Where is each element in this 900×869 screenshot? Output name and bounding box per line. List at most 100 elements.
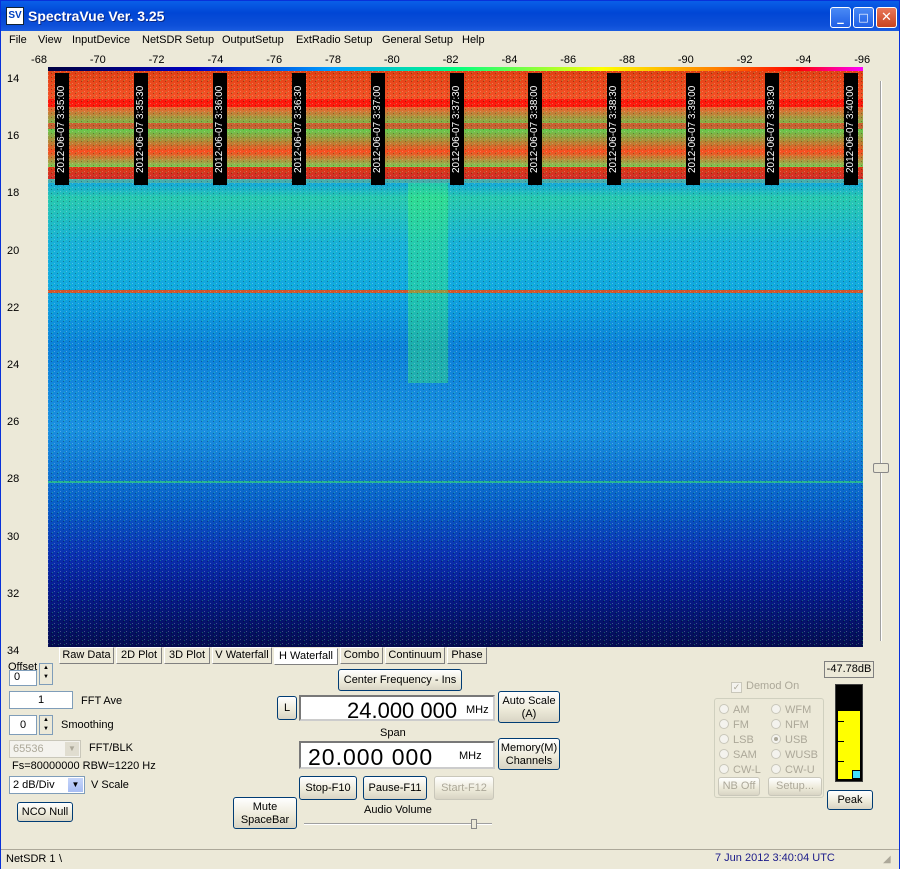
amplitude-tick-label: -86 [560,54,577,66]
meter-tick [836,761,844,762]
amplitude-tick-label: -72 [148,54,165,66]
radio-sam[interactable]: SAM [719,749,757,761]
fft-ave-input[interactable]: 1 [9,691,73,709]
maximize-icon[interactable]: □ [853,7,874,28]
radio-usb-label: USB [785,734,808,746]
vscale-value: 2 dB/Div [13,779,55,791]
radio-dot [719,764,729,774]
fft-blk-value: 65536 [13,743,44,755]
app-icon[interactable]: SV [6,7,24,25]
menu-netsdr-setup[interactable]: NetSDR Setup [142,34,214,46]
radio-fm[interactable]: FM [719,719,749,731]
tab-phase[interactable]: Phase [447,647,487,664]
tab-h-waterfall[interactable]: H Waterfall [274,648,338,665]
tab-combo[interactable]: Combo [340,647,383,664]
radio-nfm[interactable]: NFM [771,719,809,731]
timestamp-marker: 2012-06-07 3:39:30 [765,73,780,185]
mute-key: SpaceBar [240,814,290,826]
channels-label: Channels [505,755,553,767]
span-display[interactable]: 20.000 000 MHz [299,741,495,770]
waterfall-display[interactable]: 2012-06-07 3:35:00 2012-06-07 3:35:30 2012… [48,71,863,647]
menu-inputdevice[interactable]: InputDevice [72,34,130,46]
radio-wusb[interactable]: WUSB [771,749,818,761]
offset-value[interactable]: 0 [9,670,37,686]
mute-label: Mute [252,801,278,813]
frequency-tick-label: 16 [7,130,20,143]
menu-view[interactable]: View [38,34,62,46]
fft-ave-label: FFT Ave [81,695,123,707]
radio-am[interactable]: AM [719,704,750,716]
frequency-tick-label: 20 [7,244,20,257]
audio-volume-label: Audio Volume [364,804,432,816]
stop-button[interactable]: Stop-F10 [299,776,357,800]
app-window: SV SpectraVue Ver. 3.25 _ □ ✕ File View … [0,0,900,869]
frequency-tick-label: 18 [7,187,20,200]
tab-v-waterfall[interactable]: V Waterfall [212,647,272,664]
smoothing-spinner[interactable]: ▲ ▼ [39,715,53,735]
smoothing-input[interactable]: 0 [9,715,37,735]
tab-raw-data[interactable]: Raw Data [59,647,114,664]
lock-l-button[interactable]: L [277,696,297,720]
slider-thumb[interactable] [471,819,477,829]
amplitude-tick-label: -76 [266,54,283,66]
radio-lsb[interactable]: LSB [719,734,754,746]
amplitude-tick-label: -84 [501,54,518,66]
meter-marker [852,770,861,779]
radio-wusb-label: WUSB [785,749,818,761]
slider-track [304,823,492,825]
audio-volume-slider[interactable] [304,819,492,829]
fft-blk-select[interactable]: 65536 ▼ [9,740,81,758]
radio-am-label: AM [733,704,750,716]
meter-tick [836,741,844,742]
signal-level-readout: -47.78dB [824,661,874,678]
timestamp-marker: 2012-06-07 3:37:00 [370,73,385,185]
nb-off-button[interactable]: NB Off [718,777,760,796]
radio-cw-l[interactable]: CW-L [719,764,761,776]
close-icon[interactable]: ✕ [876,7,897,28]
waterfall-scroll[interactable] [873,81,889,641]
vscale-select[interactable]: 2 dB/Div ▼ [9,776,85,794]
center-frequency-button[interactable]: Center Frequency - Ins [338,669,462,691]
resize-grip-icon[interactable]: ◢ [883,854,891,865]
tab-2d-plot[interactable]: 2D Plot [116,647,162,664]
frequency-tick-label: 14 [7,73,20,85]
status-separator: \ [59,853,63,865]
memory-channels-button[interactable]: Memory(M) Channels [498,738,560,770]
amplitude-tick-label: -74 [207,54,224,66]
amplitude-tick-label: -96 [854,54,871,66]
offset-spinner[interactable]: ▲ ▼ [39,663,53,685]
nco-null-button[interactable]: NCO Null [17,802,73,822]
frequency-tick-label: 24 [7,359,20,371]
pause-button[interactable]: Pause-F11 [363,776,427,800]
tab-3d-plot[interactable]: 3D Plot [164,647,210,664]
auto-scale-button[interactable]: Auto Scale (A) [498,691,560,723]
tab-continuum[interactable]: Continuum [385,647,445,664]
radio-wfm[interactable]: WFM [771,704,811,716]
menu-help[interactable]: Help [462,34,485,46]
demod-setup-button[interactable]: Setup... [768,777,822,796]
timestamp-marker: 2012-06-07 3:35:00 [55,73,69,185]
title-bar[interactable]: SV SpectraVue Ver. 3.25 _ □ ✕ [1,1,899,31]
menu-outputsetup[interactable]: OutputSetup [222,34,284,46]
menu-extradio-setup[interactable]: ExtRadio Setup [296,34,372,46]
menu-general-setup[interactable]: General Setup [382,34,453,46]
amplitude-tick-label: -88 [619,54,635,66]
radio-cw-u[interactable]: CW-U [771,764,815,776]
minimize-icon[interactable]: _ [830,7,851,28]
center-frequency-display[interactable]: 24.000 000 MHz [299,695,495,723]
timestamp-marker: 2012-06-07 3:40:00 [844,73,858,185]
amplitude-tick-label: -94 [795,54,812,66]
fft-blk-label: FFT/BLK [89,742,134,754]
menu-file[interactable]: File [9,34,27,46]
signal-meter [835,684,863,782]
mute-button[interactable]: Mute SpaceBar [233,797,297,829]
radio-cw-u-label: CW-U [785,764,815,776]
demod-on-checkbox[interactable]: ✓ Demod On [731,680,799,693]
radio-dot [719,734,729,744]
timestamp-marker: 2012-06-07 3:35:30 [133,73,148,185]
radio-usb[interactable]: USB [771,734,808,746]
scroll-thumb[interactable] [873,463,889,473]
peak-button[interactable]: Peak [827,790,873,810]
scroll-track [880,81,882,641]
start-button[interactable]: Start-F12 [434,776,494,800]
